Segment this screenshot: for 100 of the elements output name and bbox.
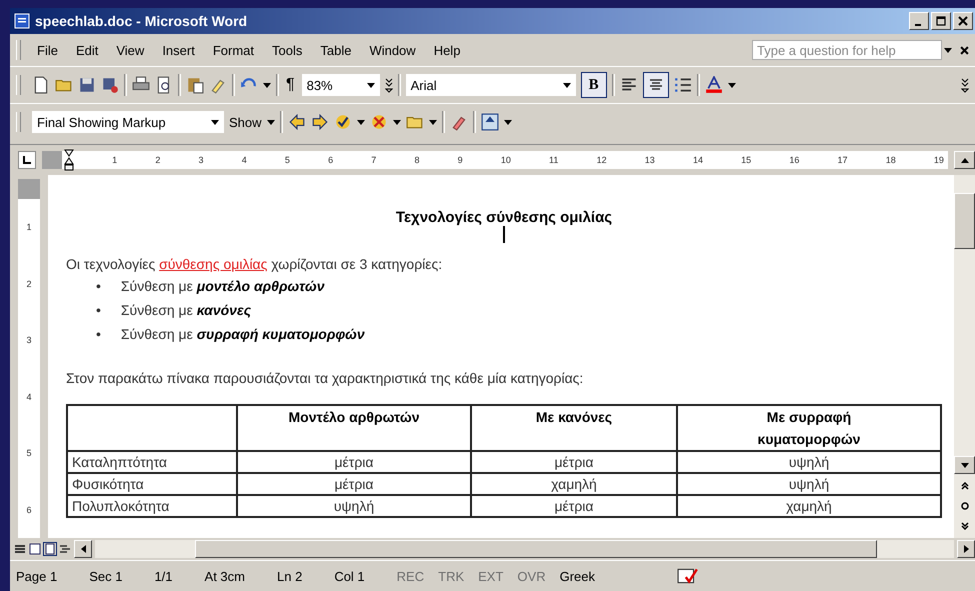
close-icon[interactable] [960,46,969,54]
caret-icon[interactable] [392,120,401,124]
caret-icon[interactable] [356,120,365,124]
check-icon[interactable] [334,113,352,131]
menu-item[interactable]: Help [426,40,468,60]
font-color-icon[interactable] [704,76,723,94]
panel-icon[interactable] [480,113,499,131]
minimize-button[interactable] [909,12,929,30]
status-item: Col 1 [334,568,365,584]
caret-icon[interactable] [266,120,275,124]
maximize-icon [936,16,946,26]
table-cell: μέτρια [237,451,471,473]
menu-item[interactable]: Window [361,40,424,60]
zoom-field[interactable]: 83% [302,74,380,96]
table-cell: Καταληπτότητα [67,451,237,473]
bullet-text: Σύνθεση με μοντέλο αρθρωτών [120,277,325,296]
menu-item[interactable]: Edit [68,40,106,60]
ruler-number: 18 [886,155,896,165]
arrow-right-icon [964,545,968,553]
show-formatting-button[interactable]: ¶ [284,76,297,94]
vertical-scrollbar[interactable] [954,175,975,538]
ruler-number: 7 [371,155,376,165]
maximize-button[interactable] [931,12,951,30]
window-title: speechlab.doc - Microsoft Word [35,13,248,29]
ruler-number: 15 [741,155,752,165]
status-item: TRK [438,568,464,584]
bulleted-list-icon[interactable] [674,76,692,94]
ruler-number: 4 [242,155,247,165]
scroll-left-button[interactable] [74,540,92,558]
caret-icon[interactable] [263,82,271,88]
caret-icon[interactable] [366,82,375,88]
caret-icon[interactable] [428,120,437,124]
outline-view-icon[interactable] [59,543,71,555]
next-page-icon[interactable] [960,522,968,530]
ruler-number: 4 [26,392,32,402]
ruler-number: 10 [500,155,511,165]
ruler-number: 17 [838,155,848,165]
cross-icon[interactable] [370,113,388,131]
scrollbar-thumb[interactable] [195,540,877,558]
ruler-number: 3 [198,155,204,165]
horizontal-scrollbar[interactable] [95,540,954,558]
ruler-number: 1 [26,222,32,232]
bullet-marker: • [96,301,101,320]
menu-item[interactable]: Tools [264,40,310,60]
paste-icon[interactable] [186,76,204,94]
arrow-up-icon [960,158,968,162]
minimize-icon [914,24,920,26]
scroll-right-button[interactable] [957,540,975,558]
close-button[interactable] [953,12,973,30]
indent-marker-icon[interactable] [64,149,74,171]
ruler-number: 8 [414,155,420,165]
bold-button[interactable]: B [580,72,607,98]
table-cell: χαμηλή [471,473,677,495]
bullet-text: Σύνθεση με συρραφή κυματομορφών [120,325,365,344]
bullet-marker: • [96,277,101,296]
browse-object-icon[interactable] [960,502,968,510]
caret-icon[interactable] [504,120,512,124]
table-cell: Φυσικότητα [67,473,237,495]
caret-icon[interactable] [211,120,219,124]
scrollbar-thumb[interactable] [954,193,975,249]
menu-item[interactable]: File [29,40,66,60]
align-center-icon[interactable] [642,72,669,98]
new-document-icon[interactable] [32,76,50,94]
scroll-up-button[interactable] [954,151,975,169]
web-view-icon[interactable] [29,543,41,555]
previous-page-icon[interactable] [960,482,968,490]
ruler-number: 12 [596,155,607,165]
arrow-down-icon [960,462,968,468]
menu-item[interactable]: View [108,40,152,60]
toolbar-options-icon[interactable] [961,77,969,93]
menu-item[interactable]: Format [204,40,262,60]
markup-display-field[interactable]: Final Showing Markup [32,111,224,133]
permission-icon[interactable] [101,76,119,94]
caret-icon[interactable] [728,82,736,88]
menu-item[interactable]: Table [312,40,360,60]
status-item: EXT [478,568,504,584]
text-cursor [503,226,505,243]
arrow-right-icon[interactable] [310,113,329,131]
paragraph: Στον παρακάτω πίνακα παρουσιάζονται τα χαρακτηριστικά της κάθε μία κατηγορίας: [66,369,584,388]
ruler-number: 5 [284,155,290,165]
ruler-number: 5 [26,448,32,458]
ruler-number: 14 [692,155,703,165]
ruler-number: 2 [155,155,160,165]
table-cell: μέτρια [471,451,677,473]
paragraph: Οι τεχνολογίες σύνθεσης ομιλίας χωρίζονται σε 3 κατηγορίες: [66,255,444,274]
arrow-left-icon[interactable] [288,113,306,131]
toolbar-options-icon[interactable] [384,77,393,93]
tracked-insertion: σύνθεσης ομιλίας [159,256,268,272]
spelling-status-icon[interactable] [677,567,699,585]
tab-selector-button[interactable] [18,151,36,169]
print-layout-icon[interactable] [44,543,56,555]
scroll-down-button[interactable] [954,456,975,474]
help-search-field[interactable]: Type a question for help [752,40,942,60]
menu-item[interactable]: Insert [154,40,203,60]
caret-icon[interactable] [562,82,571,88]
normal-view-icon[interactable] [14,543,26,555]
dropdown-arrow-icon[interactable] [944,48,952,52]
show-menu-button[interactable]: Show [229,114,262,130]
close-icon [958,16,968,26]
font-field[interactable]: Arial [406,74,576,96]
